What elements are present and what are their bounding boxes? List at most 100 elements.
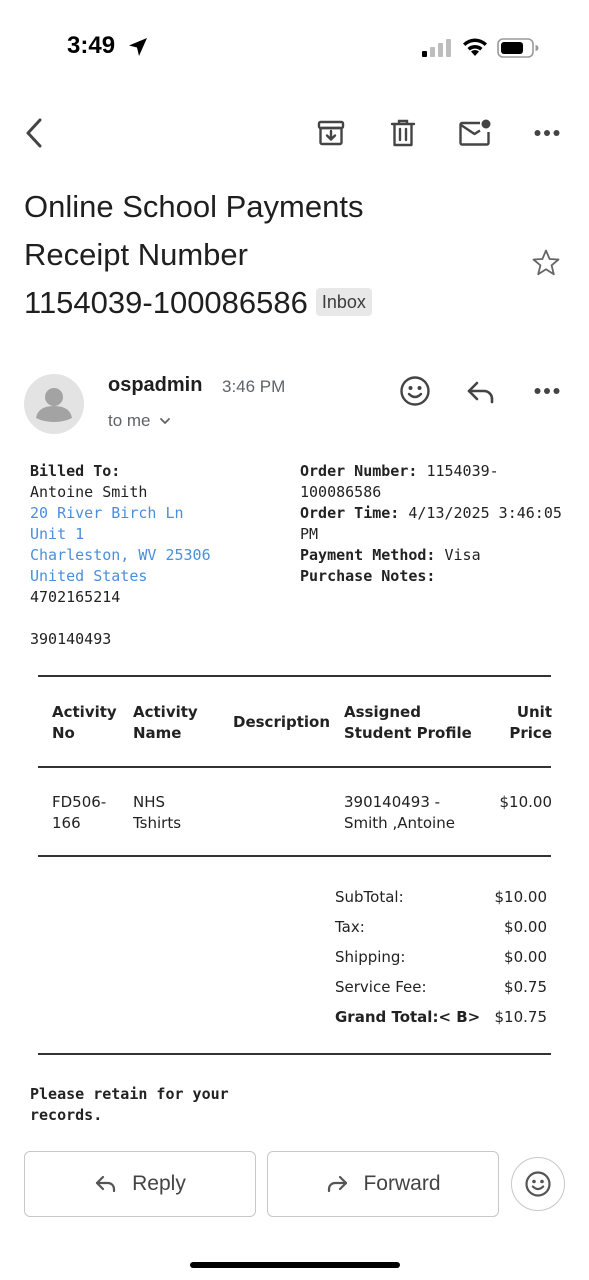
status-time: 3:49: [67, 32, 116, 59]
reply-button[interactable]: Reply: [24, 1151, 256, 1217]
star-icon: [532, 249, 560, 276]
forward-icon: [328, 1175, 348, 1193]
header-text: Activity: [52, 703, 117, 721]
divider: [38, 1053, 551, 1055]
cell-text: 390140493 -: [344, 793, 441, 811]
billing-phone[interactable]: 4702165214: [30, 587, 290, 608]
cell-activity-no: FD506- 166: [52, 792, 106, 834]
tax-label: Tax:: [335, 918, 365, 936]
divider: [38, 766, 551, 768]
billing-heading: Billed To:: [30, 462, 121, 480]
header-unit-price: Unit Price: [509, 702, 552, 744]
cell-unit-price: $10.00: [499, 793, 553, 811]
delete-button[interactable]: [385, 115, 421, 151]
cell-text: Smith ,Antoine: [344, 814, 455, 832]
tax-value: $0.00: [504, 918, 547, 936]
subtotal-value: $10.00: [494, 888, 548, 906]
shipping-label: Shipping:: [335, 948, 406, 966]
header-description: Description: [233, 713, 331, 731]
email-time: 3:46 PM: [222, 377, 286, 396]
order-number-label: Order Number:: [300, 462, 418, 480]
recipient-dropdown[interactable]: to me: [108, 411, 171, 431]
cell-text: FD506-: [52, 793, 107, 811]
header-text: Unit: [516, 703, 552, 721]
inbox-label-badge[interactable]: Inbox: [315, 288, 372, 316]
more-horizontal-icon: [534, 130, 560, 136]
chevron-left-icon: [26, 118, 42, 148]
subtotal-label: SubTotal:: [335, 888, 404, 906]
billing-block: Billed To: Antoine Smith 20 River Birch …: [30, 461, 290, 650]
address-link[interactable]: United States: [30, 566, 290, 587]
react-button[interactable]: [511, 1157, 565, 1211]
avatar[interactable]: [24, 374, 84, 434]
reply-icon: [96, 1175, 116, 1193]
note-text: Please retain for your: [30, 1085, 229, 1103]
address-link[interactable]: Unit 1: [30, 524, 290, 545]
cell-text: 166: [52, 814, 81, 832]
cell-text: Tshirts: [133, 814, 182, 832]
service-fee-label: Service Fee:: [335, 978, 427, 996]
order-time-value: 4/13/2025 3:46:05: [408, 504, 562, 522]
grand-total-value: $10.75: [494, 1008, 548, 1026]
retain-note: Please retain for your records.: [30, 1084, 229, 1126]
cell-text: NHS: [133, 793, 166, 811]
header-text: No: [52, 724, 75, 742]
header-assigned-student: Assigned Student Profile: [344, 702, 472, 744]
header-text: Assigned: [344, 703, 421, 721]
subject-line: Online School Payments: [24, 189, 364, 224]
trash-icon: [390, 119, 416, 147]
home-indicator[interactable]: [190, 1262, 400, 1268]
cellular-signal-icon: [422, 39, 451, 57]
shipping-value: $0.00: [504, 948, 547, 966]
cell-activity-name: NHS Tshirts: [133, 792, 181, 834]
order-time-value: PM: [300, 525, 319, 543]
address-link[interactable]: Charleston, WV 25306: [30, 545, 290, 566]
star-button[interactable]: [530, 247, 562, 279]
more-options-button[interactable]: [529, 115, 565, 151]
address-link[interactable]: 20 River Birch Ln: [30, 503, 290, 524]
order-block: Order Number: 1154039- 100086586 Order T…: [300, 461, 580, 587]
subject-line: Receipt Number: [24, 237, 248, 272]
header-text: Name: [133, 724, 182, 742]
billing-name: Antoine Smith: [30, 483, 148, 501]
reply-icon: [467, 381, 494, 404]
archive-icon: [317, 120, 345, 146]
payment-method-label: Payment Method:: [300, 546, 436, 564]
divider: [38, 855, 551, 857]
reply-button-header[interactable]: [463, 375, 499, 409]
more-horizontal-icon: [534, 388, 560, 394]
order-number-value: 1154039-: [426, 462, 499, 480]
header-activity-no: Activity No: [52, 702, 117, 744]
header-text: Activity: [133, 703, 198, 721]
location-arrow-icon: [129, 38, 147, 56]
forward-button[interactable]: Forward: [267, 1151, 499, 1217]
back-button[interactable]: [18, 115, 50, 151]
sender-name[interactable]: ospadmin: [108, 374, 202, 397]
person-icon: [36, 388, 72, 422]
wifi-icon: [463, 38, 487, 56]
archive-button[interactable]: [313, 115, 349, 151]
header-activity-name: Activity Name: [133, 702, 198, 744]
add-reaction-button[interactable]: [397, 373, 433, 409]
student-id: 390140493: [30, 630, 112, 648]
cell-assigned-student: 390140493 - Smith ,Antoine: [344, 792, 455, 834]
mail-unread-icon: [459, 119, 491, 146]
emoji-icon: [525, 1171, 551, 1197]
message-more-button[interactable]: [529, 374, 565, 408]
reply-label: Reply: [132, 1172, 186, 1195]
header-text: Price: [509, 724, 552, 742]
forward-label: Forward: [363, 1172, 441, 1195]
chevron-down-icon: [160, 418, 171, 424]
grand-total-label: Grand Total:< B>: [335, 1008, 481, 1026]
order-number-value: 100086586: [300, 483, 382, 501]
mark-unread-button[interactable]: [457, 115, 493, 151]
order-time-label: Order Time:: [300, 504, 400, 522]
recipient-label: to me: [108, 411, 151, 430]
purchase-notes-label: Purchase Notes:: [300, 567, 436, 585]
battery-icon: [497, 38, 539, 58]
subject-line: 1154039-100086586: [24, 285, 308, 320]
note-text: records.: [30, 1106, 103, 1124]
service-fee-value: $0.75: [504, 978, 547, 996]
payment-method-value: Visa: [444, 546, 481, 564]
header-text: Student Profile: [344, 724, 472, 742]
